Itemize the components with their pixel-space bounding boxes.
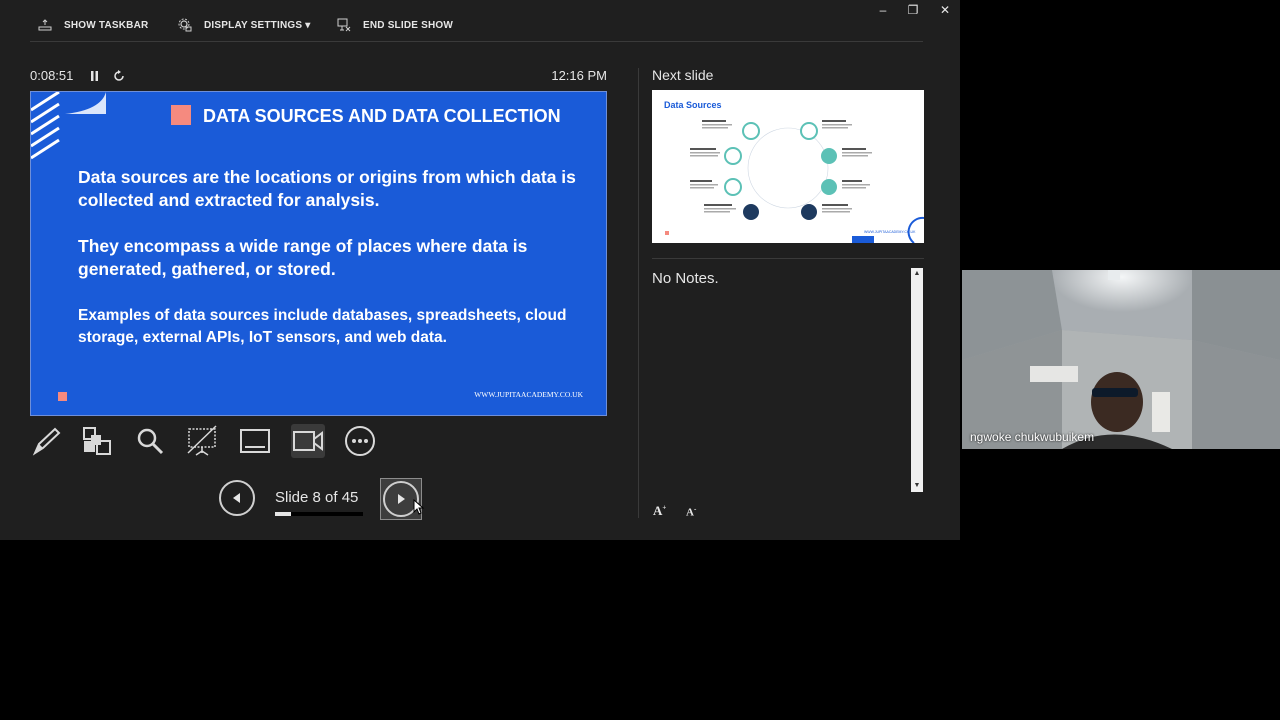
next-arrow-icon [398,494,405,504]
next-slide-footer-url: WWW.JUPITAACADEMY.CO.UK [864,230,916,234]
subtitles-icon [240,429,270,453]
reset-timer-icon[interactable] [113,70,125,82]
display-settings-icon [178,18,192,32]
panel-divider [638,68,639,518]
show-taskbar-button[interactable]: SHOW TASKBAR [38,18,148,32]
scroll-down-icon[interactable]: ▼ [911,480,923,492]
participant-name: ngwoke chukwubuikem [970,430,1095,444]
timer-value: 0:08:51 [30,68,74,83]
title-accent-square [171,105,191,125]
current-time: 12:16 PM [551,68,607,83]
taskbar-icon [38,19,52,31]
slide-corner-decoration [31,92,106,160]
black-screen-button[interactable] [185,424,219,458]
speaker-notes[interactable]: No Notes. [652,270,719,287]
display-settings-label: DISPLAY SETTINGS ▾ [204,19,311,31]
display-settings-button[interactable]: DISPLAY SETTINGS ▾ [178,18,310,32]
decrease-font-label: A [686,506,694,519]
slide-paragraph-1: Data sources are the locations or origin… [78,167,576,210]
slide-progress-bar [275,512,363,516]
decrease-font-button[interactable]: A- [686,505,696,519]
participant-video[interactable]: ngwoke chukwubuikem [962,270,1280,449]
mouse-cursor-icon [413,499,425,515]
see-all-slides-icon [83,427,111,455]
next-slide-preview[interactable]: Data Sources WWW.JUPITAACADEMY.CO.UK [652,90,924,243]
slide-footer-url: WWW.JUPITAACADEMY.CO.UK [474,390,583,399]
previous-arrow-icon [233,493,240,503]
current-slide[interactable]: DATA SOURCES AND DATA COLLECTION Data so… [30,91,607,416]
next-slide-label: Next slide [652,67,714,83]
zoom-icon [137,428,164,455]
slide-paragraph-2: They encompass a wide range of places wh… [78,236,528,279]
zoom-button[interactable] [133,424,167,458]
pen-icon [32,427,61,456]
subtitles-button[interactable] [238,424,272,458]
next-slide-button[interactable] [380,478,425,520]
increase-font-label: A [653,503,663,518]
toolbar-divider [30,41,923,42]
pen-tool-button[interactable] [29,424,63,458]
presenter-view: SHOW TASKBAR DISPLAY SETTINGS ▾ END SLID… [0,0,960,540]
camera-icon [293,431,323,451]
pause-timer-icon[interactable] [90,71,99,81]
video-feed [962,270,1280,449]
see-all-slides-button[interactable] [80,424,114,458]
close-button[interactable]: ✕ [938,3,952,17]
black-screen-icon [187,425,217,456]
elapsed-timer: 0:08:51 [30,68,73,83]
restore-button[interactable]: ❐ [906,3,920,17]
increase-font-button[interactable]: A+ [653,503,666,519]
scroll-up-icon[interactable]: ▲ [911,268,923,280]
end-slide-show-label: END SLIDE SHOW [363,19,454,31]
more-options-icon [345,426,375,456]
end-slide-show-button[interactable]: END SLIDE SHOW [337,18,453,32]
slide-title: DATA SOURCES AND DATA COLLECTION [203,106,561,126]
show-taskbar-label: SHOW TASKBAR [64,19,149,31]
slide-progress-fill [275,512,291,516]
end-show-icon [337,18,351,32]
camera-toggle-button[interactable] [291,424,325,458]
more-options-button[interactable] [343,424,377,458]
notes-divider [652,258,924,259]
footer-accent-square [58,392,67,401]
slide-paragraph-3: Examples of data sources include databas… [78,307,567,346]
previous-slide-button[interactable] [219,480,255,516]
notes-scrollbar[interactable]: ▲ ▼ [911,268,923,492]
next-slide-diagram [665,120,924,243]
minimize-button[interactable]: – [876,3,890,17]
slide-counter[interactable]: Slide 8 of 45 [275,489,358,506]
